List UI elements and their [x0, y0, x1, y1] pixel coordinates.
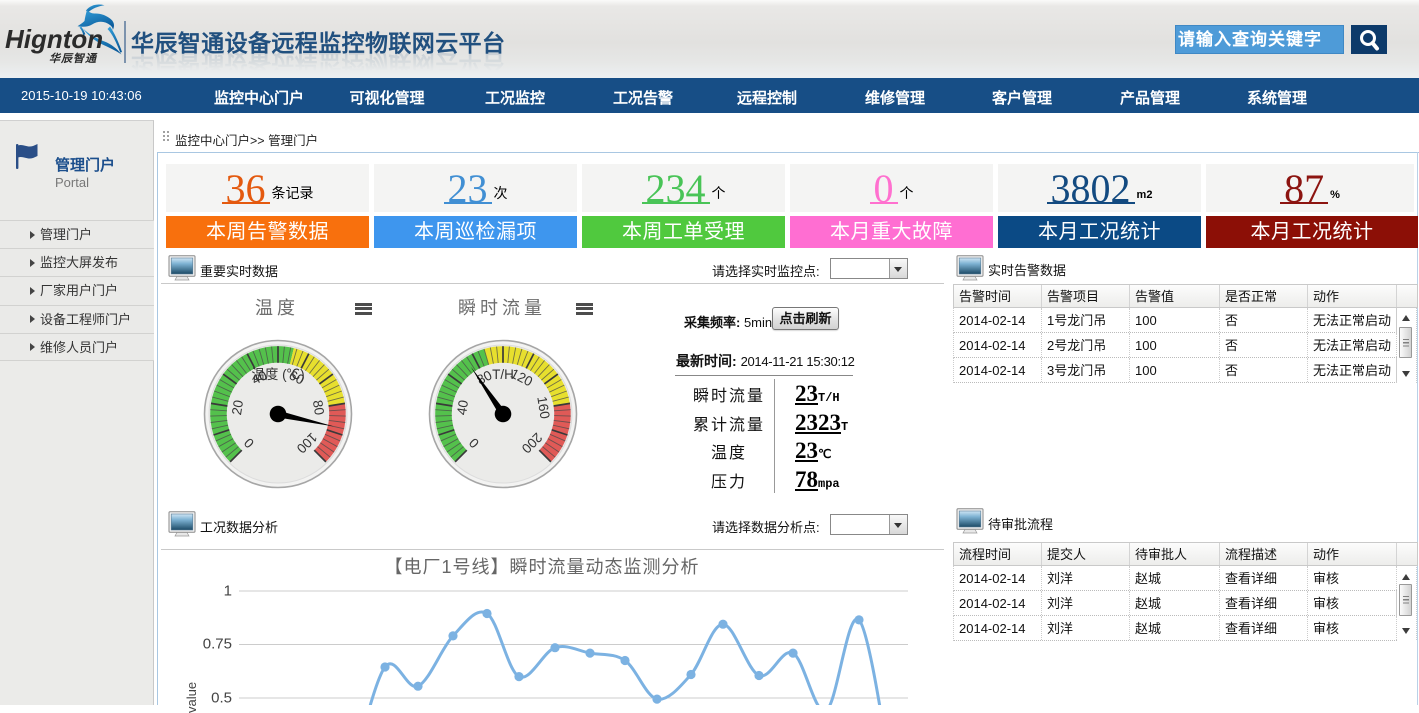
- svg-text:T/H: T/H: [492, 367, 514, 382]
- svg-text:80: 80: [310, 399, 327, 416]
- svg-text:20: 20: [229, 399, 246, 416]
- svg-text:40: 40: [454, 399, 471, 416]
- svg-text:温度 (℃): 温度 (℃): [251, 367, 304, 382]
